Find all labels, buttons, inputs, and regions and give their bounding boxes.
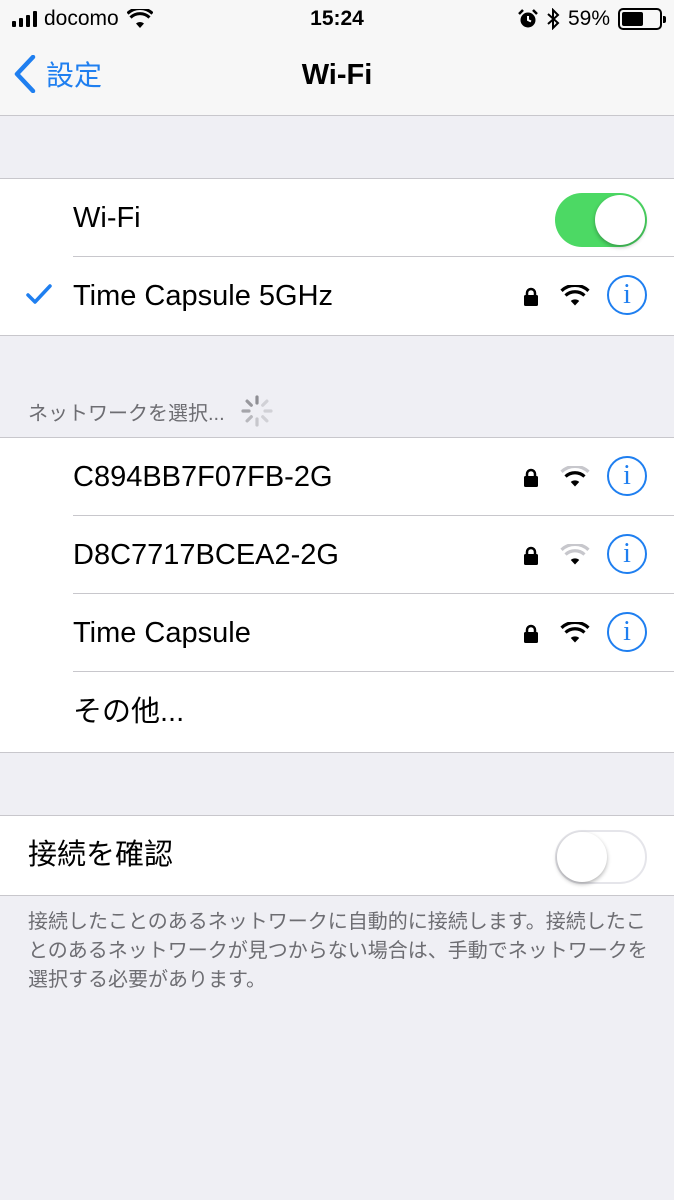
ask-to-join-row: 接続を確認 — [0, 816, 674, 895]
loading-spinner-icon — [241, 395, 273, 427]
wifi-signal-full-icon — [560, 622, 590, 643]
lock-icon — [524, 624, 538, 643]
bluetooth-icon — [547, 8, 560, 30]
wifi-toggle-row: Wi-Fi — [0, 179, 674, 257]
page-title: Wi-Fi — [301, 59, 373, 91]
wifi-signal-medium-icon — [560, 466, 590, 487]
status-right: 59% — [518, 7, 666, 31]
info-button[interactable]: i — [607, 612, 647, 652]
ask-to-join-label: 接続を確認 — [28, 839, 174, 871]
networks-header-label: ネットワークを選択... — [28, 402, 225, 425]
lock-icon — [524, 546, 538, 565]
ask-to-join-toggle[interactable] — [555, 830, 647, 884]
wifi-group: Wi-Fi Time Capsule 5GHz i — [0, 178, 674, 336]
battery-fill — [622, 12, 644, 26]
network-name: Time Capsule — [73, 617, 251, 649]
wifi-signal-low-icon — [560, 544, 590, 565]
network-row[interactable]: Time Capsule i — [0, 594, 674, 672]
ask-to-join-group: 接続を確認 — [0, 815, 674, 896]
wifi-toggle[interactable] — [555, 193, 647, 247]
network-name: Time Capsule 5GHz — [73, 280, 334, 312]
toggle-knob — [595, 195, 645, 245]
connected-network-row[interactable]: Time Capsule 5GHz i — [0, 257, 674, 335]
battery-icon — [618, 8, 666, 30]
battery-percent: 59% — [567, 7, 610, 30]
network-name: D8C7717BCEA2-2G — [73, 539, 339, 571]
toggle-knob — [557, 832, 607, 882]
ask-to-join-footer: 接続したことのあるネットワークに自動的に接続します。接続したことのあるネットワー… — [28, 911, 648, 991]
lock-icon — [524, 287, 538, 306]
networks-section-header: ネットワークを選択... — [28, 393, 275, 429]
other-network-label: その他... — [73, 696, 185, 728]
info-button[interactable]: i — [607, 456, 647, 496]
alarm-icon — [518, 9, 538, 28]
lock-icon — [524, 468, 538, 487]
wifi-signal-full-icon — [560, 285, 590, 306]
networks-group: C894BB7F07FB-2G i D8C7717BCEA2-2G i Time… — [0, 437, 674, 753]
network-name: C894BB7F07FB-2G — [73, 461, 333, 493]
info-button[interactable]: i — [607, 275, 647, 315]
navigation-bar: 設定 Wi-Fi — [0, 38, 674, 116]
network-row[interactable]: D8C7717BCEA2-2G i — [0, 516, 674, 594]
wifi-label: Wi-Fi — [73, 202, 141, 234]
checkmark-icon — [26, 284, 52, 304]
other-network-row[interactable]: その他... — [0, 672, 674, 752]
network-row[interactable]: C894BB7F07FB-2G i — [0, 438, 674, 516]
status-bar: docomo 15:24 59% — [0, 0, 674, 38]
info-button[interactable]: i — [607, 534, 647, 574]
